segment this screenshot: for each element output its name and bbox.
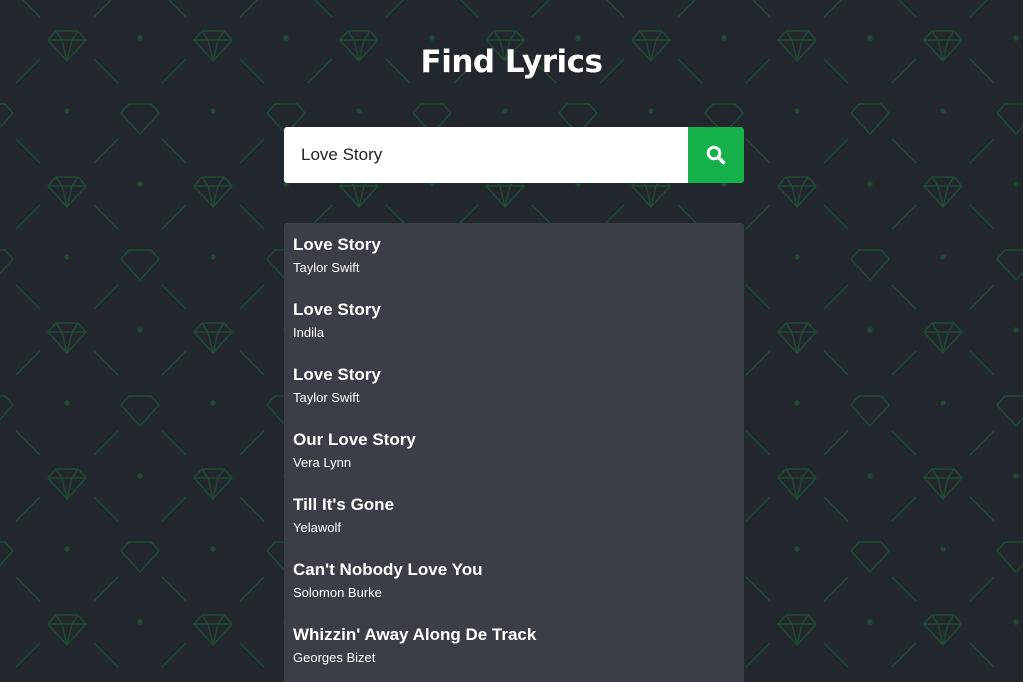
result-item[interactable]: Love Story Indila — [293, 299, 733, 342]
song-title: Whizzin' Away Along De Track — [293, 625, 537, 644]
song-artist: Indila — [293, 325, 325, 340]
result-item[interactable]: Can't Nobody Love You Solomon Burke — [293, 559, 733, 602]
song-artist: Yelawolf — [293, 520, 341, 535]
song-artist: Taylor Swift — [293, 390, 360, 405]
search-form — [284, 127, 744, 183]
result-item[interactable]: Till It's Gone Yelawolf — [293, 494, 733, 537]
song-title: Our Love Story — [293, 430, 416, 449]
result-item[interactable]: Love Story Taylor Swift — [293, 234, 733, 277]
search-icon — [706, 145, 726, 165]
song-title: Love Story — [293, 365, 381, 384]
result-item[interactable]: Whizzin' Away Along De Track Georges Biz… — [293, 624, 733, 667]
song-artist: Taylor Swift — [293, 260, 360, 275]
song-title: Love Story — [293, 235, 381, 254]
song-title: Can't Nobody Love You — [293, 560, 483, 579]
result-item[interactable]: Our Love Story Vera Lynn — [293, 429, 733, 472]
search-input[interactable] — [284, 127, 688, 183]
results-list: Love Story Taylor Swift Love Story Indil… — [284, 223, 744, 682]
song-title: Till It's Gone — [293, 495, 395, 514]
song-title: Love Story — [293, 300, 381, 319]
result-item[interactable]: Love Story Taylor Swift — [293, 364, 733, 407]
page: Find Lyrics Love Story Taylor Swift Love… — [0, 0, 1023, 682]
song-artist: Vera Lynn — [293, 455, 352, 470]
song-artist: Solomon Burke — [293, 585, 382, 600]
page-title: Find Lyrics — [420, 44, 603, 80]
search-button[interactable] — [688, 127, 744, 183]
song-artist: Georges Bizet — [293, 650, 376, 665]
